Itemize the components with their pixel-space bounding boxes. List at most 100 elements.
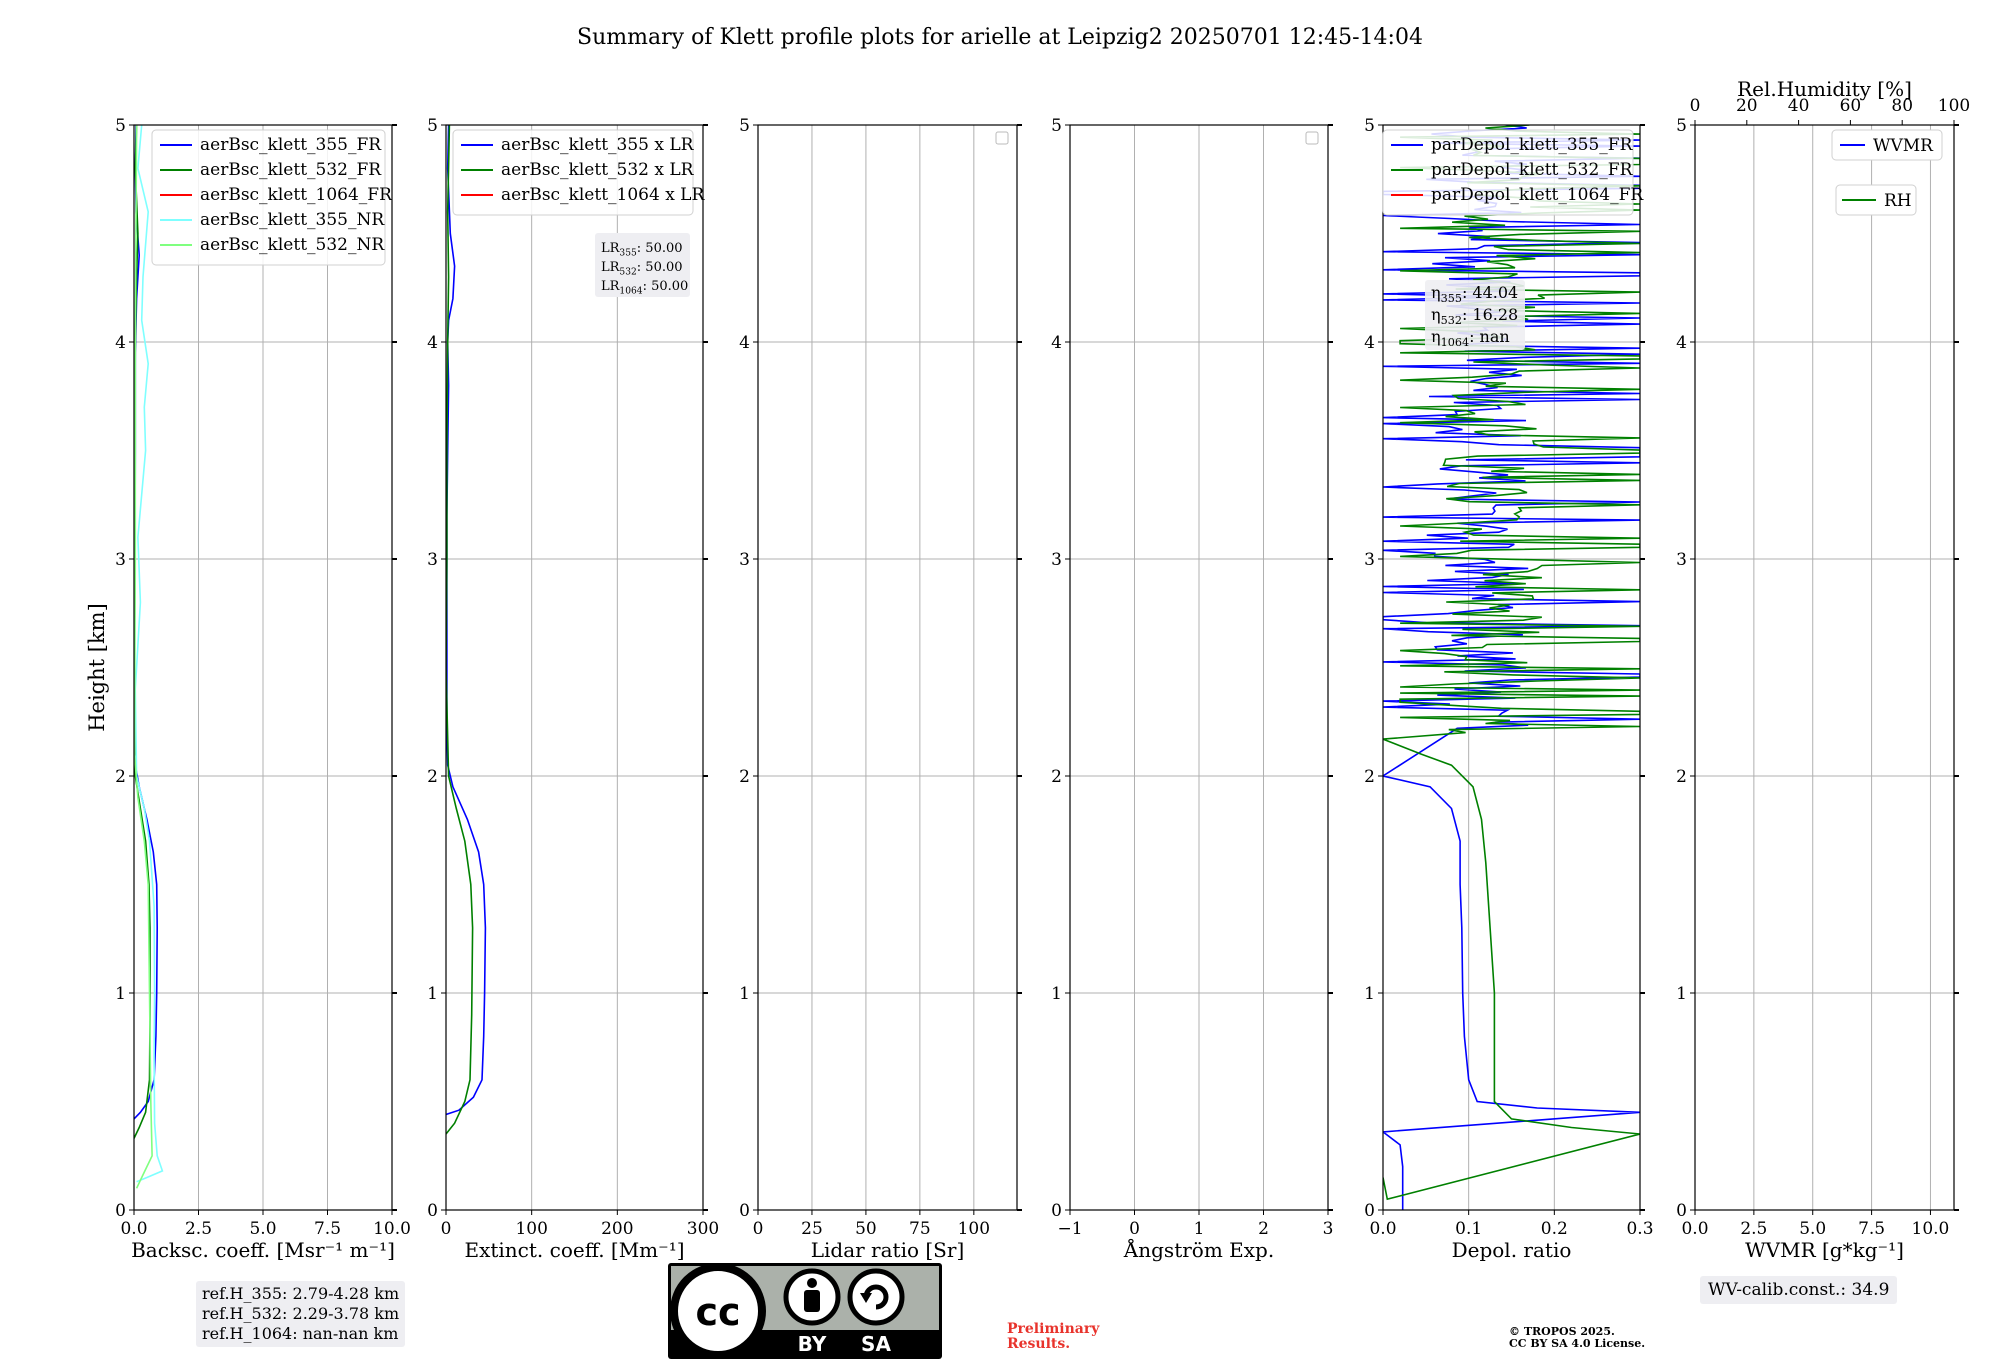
x-tick-label: 0.1 <box>1455 1219 1482 1239</box>
y-tick-label: 1 <box>115 984 126 1004</box>
y-tick-label: 1 <box>1676 984 1687 1004</box>
series-group <box>134 125 164 1189</box>
series-line <box>446 125 474 1135</box>
legend-label: aerBsc_klett_532_NR <box>200 235 385 255</box>
y-tick-label: 0 <box>427 1201 438 1221</box>
x-tick-label: −1 <box>1057 1219 1082 1239</box>
series-group <box>446 125 487 1135</box>
x-axis-label: Ångström Exp. <box>1123 1237 1274 1262</box>
x-tick-label: 5.0 <box>249 1219 276 1239</box>
y-tick-label: 5 <box>115 116 126 136</box>
legend-label: parDepol_klett_355_FR <box>1431 135 1634 155</box>
plot-panel: 012345−1 0 1 2 3Ångström Exp. <box>1051 116 1333 1262</box>
x-tick-label: 10.0 <box>1912 1219 1950 1239</box>
legend-label: WVMR <box>1873 136 1934 156</box>
legend-label: RH <box>1884 191 1912 211</box>
series-line <box>134 125 164 1183</box>
plot-frame <box>757 124 1018 1211</box>
annotation-line: LR532: 50.00 <box>601 260 683 277</box>
y-tick-label: 5 <box>427 116 438 136</box>
legend-label: aerBsc_klett_532 x LR <box>501 160 695 180</box>
top-x-axis-label: Rel.Humidity [%] <box>1737 77 1912 101</box>
y-tick-label: 5 <box>739 116 750 136</box>
y-tick-label: 4 <box>1051 333 1062 353</box>
y-tick-label: 2 <box>1364 767 1375 787</box>
y-tick-label: 0 <box>1364 1201 1375 1221</box>
x-tick-label: 0 <box>753 1219 764 1239</box>
x-tick-label: 0.0 <box>1369 1219 1396 1239</box>
copyright-note: © TROPOS 2025. CC BY SA 4.0 License. <box>1509 1326 1709 1350</box>
y-tick-label: 2 <box>427 767 438 787</box>
y-tick-label: 3 <box>1676 550 1687 570</box>
sa-share-icon <box>847 1268 905 1326</box>
annotation-line: LR1064: 50.00 <box>601 279 688 296</box>
y-tick-label: 1 <box>1051 984 1062 1004</box>
legend: aerBsc_klett_355 x LR aerBsc_klett_532 x … <box>452 129 705 216</box>
license-line: CC BY SA 4.0 License. <box>1509 1337 1646 1350</box>
y-tick-label: 3 <box>739 550 750 570</box>
refh-line: ref.H_355: 2.79-4.28 km <box>202 1284 400 1303</box>
y-tick-label: 4 <box>739 333 750 353</box>
x-tick-label: 5.0 <box>1799 1219 1826 1239</box>
legend: aerBsc_klett_355_FR aerBsc_klett_532_FRae… <box>151 129 393 266</box>
cc-license-badge: cc BY SA <box>668 1263 942 1359</box>
by-label: BY <box>798 1332 827 1356</box>
legend-label: aerBsc_klett_355_FR <box>200 135 382 155</box>
y-tick-label: 2 <box>1051 767 1062 787</box>
x-tick-label: 0.0 <box>1681 1219 1708 1239</box>
y-tick-label: 3 <box>115 550 126 570</box>
legend-label: parDepol_klett_1064_FR <box>1431 185 1644 205</box>
figure-title: Summary of Klett profile plots for ariel… <box>577 25 1423 50</box>
x-tick-label: 200 <box>601 1219 633 1239</box>
empty-legend <box>995 131 1009 145</box>
lr-annotation: LR355: 50.00 LR532: 50.00 LR1064: 50.00 <box>595 233 690 297</box>
x-tick-label: 2.5 <box>1740 1219 1767 1239</box>
empty-legend <box>1305 131 1319 145</box>
grid-lines <box>1069 124 1329 1211</box>
refh-line: ref.H_532: 2.29-3.78 km <box>202 1304 400 1323</box>
preliminary-note: Preliminary Results. <box>1007 1321 1100 1352</box>
plot-frame <box>1694 124 1955 1211</box>
eta-annotation: η355: 44.04η532: 16.28η1064: nan <box>1425 280 1525 350</box>
x-tick-label: 0 <box>441 1219 452 1239</box>
x-tick-label: 300 <box>687 1219 719 1239</box>
x-tick-label: 7.5 <box>1858 1219 1885 1239</box>
x-tick-label: 7.5 <box>314 1219 341 1239</box>
legend-label: aerBsc_klett_1064 x LR <box>501 185 705 205</box>
x-tick-label: 0.3 <box>1626 1219 1653 1239</box>
x-tick-label: 0.0 <box>120 1219 147 1239</box>
legend-label: aerBsc_klett_532_FR <box>200 160 382 180</box>
y-tick-label: 0 <box>1051 1201 1062 1221</box>
y-tick-label: 4 <box>115 333 126 353</box>
y-tick-label: 4 <box>427 333 438 353</box>
x-tick-label: 50 <box>855 1219 877 1239</box>
summary-figure: Summary of Klett profile plots for ariel… <box>85 25 1970 1262</box>
legend-label: parDepol_klett_532_FR <box>1431 160 1634 180</box>
grid-lines <box>1694 124 1954 1211</box>
legend-label: aerBsc_klett_355 x LR <box>501 135 695 155</box>
x-tick-label: 100 <box>515 1219 547 1239</box>
x-tick-label: 10.0 <box>373 1219 411 1239</box>
sa-label: SA <box>861 1332 891 1356</box>
x-tick-label: 75 <box>909 1219 931 1239</box>
refh-line: ref.H_1064: nan-nan km <box>202 1324 399 1343</box>
wv-calib-annotation: WV-calib.const.: 34.9 <box>1700 1276 1898 1304</box>
y-tick-label: 2 <box>739 767 750 787</box>
x-axis-label: Extinct. coeff. [Mm⁻¹] <box>464 1238 684 1262</box>
y-tick-label: 5 <box>1676 116 1687 136</box>
x-tick-label: 2.5 <box>185 1219 212 1239</box>
top-x-tick-label: 0 <box>1690 96 1701 116</box>
wv-calib-text: WV-calib.const.: 34.9 <box>1708 1280 1890 1300</box>
y-tick-label: 5 <box>1051 116 1062 136</box>
plot-panel: 0123450 25 50 75 100Lidar ratio [Sr] <box>739 116 1022 1262</box>
legend: parDepol_klett_355_FR parDepol_klett_532_… <box>1382 129 1644 216</box>
annotation-line: LR355: 50.00 <box>601 241 683 258</box>
legend-label: aerBsc_klett_1064_FR <box>200 185 393 205</box>
plot-panel: 0123450.0 2.5 5.0 7.5 10.0WVMR [g*kg⁻¹]0 20 40… <box>1676 77 1970 1262</box>
x-axis-label: Backsc. coeff. [Msr⁻¹ m⁻¹] <box>131 1238 395 1262</box>
y-tick-label: 2 <box>1676 767 1687 787</box>
y-tick-label: 0 <box>739 1201 750 1221</box>
y-tick-label: 4 <box>1676 333 1687 353</box>
x-axis-label: Lidar ratio [Sr] <box>811 1238 965 1262</box>
x-tick-label: 3 <box>1323 1219 1334 1239</box>
